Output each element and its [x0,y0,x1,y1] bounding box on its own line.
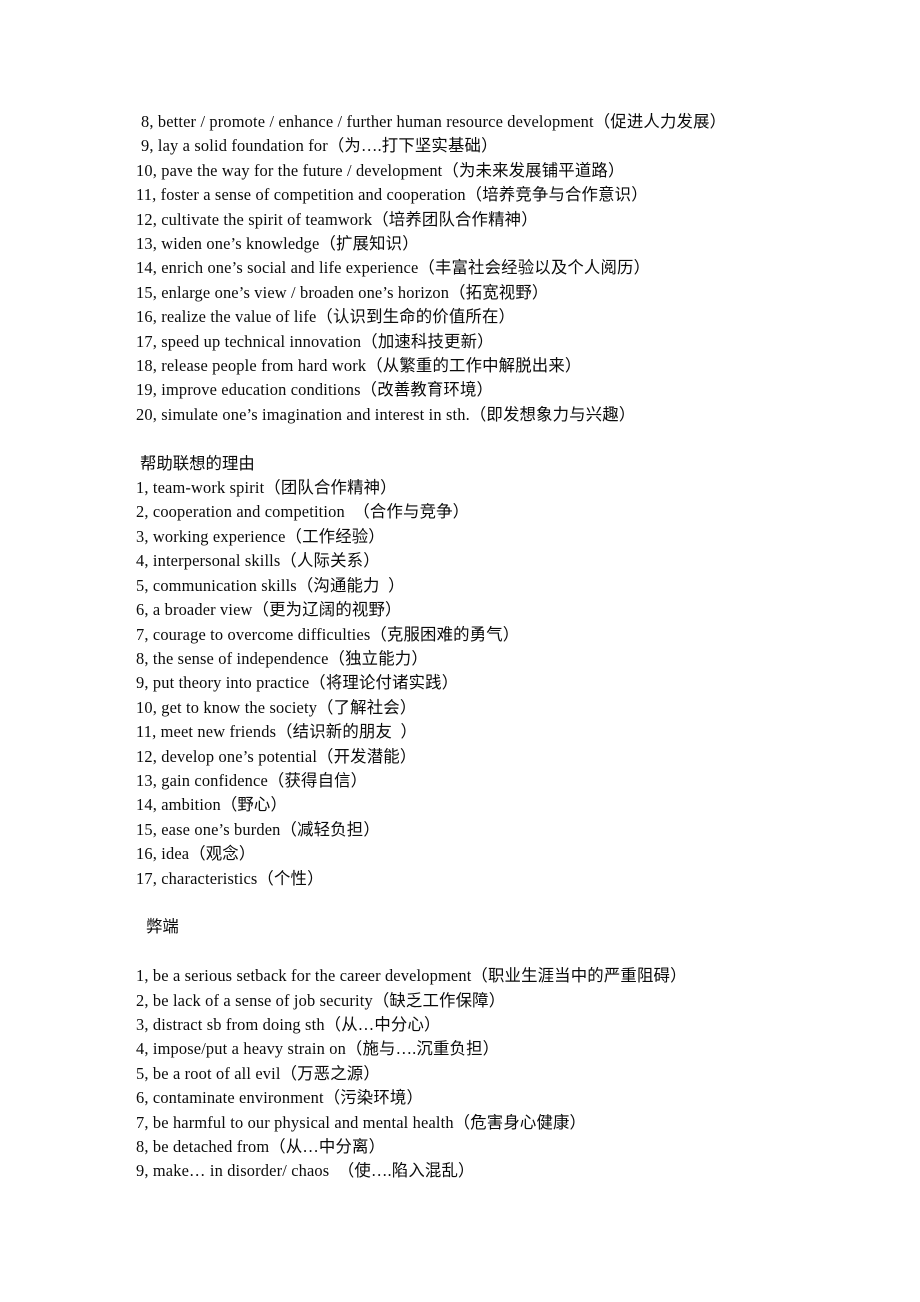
list-item: 1, team-work spirit（团队合作精神） [136,478,397,498]
section-heading: 帮助联想的理由 [140,453,255,473]
list-item: 4, interpersonal skills（人际关系） [136,551,380,571]
list-item: 2, be lack of a sense of job security（缺乏… [136,990,506,1010]
list-item: 15, ease one’s burden（减轻负担） [136,819,380,839]
list-item: 14, enrich one’s social and life experie… [136,258,651,278]
list-item: 16, idea（观念） [136,844,256,864]
list-item: 11, meet new friends（结识新的朋友 ） [136,722,418,742]
list-item: 20, simulate one’s imagination and inter… [136,404,636,424]
list-item: 9, lay a solid foundation for（为….打下坚实基础） [141,136,498,156]
list-item: 8, be detached from（从…中分离） [136,1137,386,1157]
list-item: 15, enlarge one’s view / broaden one’s h… [136,282,549,302]
list-item: 1, be a serious setback for the career d… [136,966,687,986]
list-item: 16, realize the value of life（认识到生命的价值所在… [136,307,516,327]
section-heading: 弊端 [146,917,179,937]
list-item: 10, get to know the society（了解社会） [136,697,417,717]
list-item: 7, courage to overcome difficulties（克服困难… [136,624,520,644]
list-item: 4, impose/put a heavy strain on（施与….沉重负担… [136,1039,500,1059]
list-item: 6, contaminate environment（污染环境） [136,1088,424,1108]
list-item: 11, foster a sense of competition and co… [136,185,648,205]
list-item: 9, make… in disorder/ chaos （使….陷入混乱） [136,1161,475,1181]
list-item: 2, cooperation and competition （合作与竞争） [136,502,470,522]
list-item: 5, communication skills（沟通能力 ） [136,575,405,595]
list-item: 9, put theory into practice（将理论付诸实践） [136,673,459,693]
document-body: 8, better / promote / enhance / further … [136,110,876,1184]
list-item: 6, a broader view（更为辽阔的视野） [136,600,402,620]
list-item: 8, better / promote / enhance / further … [141,112,727,131]
list-item: 13, gain confidence（获得自信） [136,770,368,790]
list-item: 12, develop one’s potential（开发潜能） [136,746,417,766]
list-item: 5, be a root of all evil（万恶之源） [136,1063,380,1083]
list-item: 12, cultivate the spirit of teamwork（培养团… [136,209,538,229]
document-page: 8, better / promote / enhance / further … [0,0,920,1302]
list-item: 14, ambition（野心） [136,795,288,815]
list-item: 17, characteristics（个性） [136,868,324,888]
list-item: 13, widen one’s knowledge（扩展知识） [136,234,419,254]
list-item: 19, improve education conditions（改善教育环境） [136,380,494,400]
list-item: 10, pave the way for the future / develo… [136,160,625,180]
list-item: 3, distract sb from doing sth（从…中分心） [136,1014,441,1034]
section-drawbacks: 弊端 1, be a serious setback for the caree… [136,915,876,1183]
section-helpful-associations: 帮助联想的理由 1, team-work spirit（团队合作精神） 2, c… [136,452,876,891]
heading-spacer [136,940,876,964]
section-benefits-continued: 8, better / promote / enhance / further … [136,110,876,427]
list-item: 17, speed up technical innovation（加速科技更新… [136,331,494,351]
list-item: 3, working experience（工作经验） [136,526,385,546]
list-item: 8, the sense of independence（独立能力） [136,648,428,668]
list-item: 18, release people from hard work（从繁重的工作… [136,356,582,376]
list-item: 7, be harmful to our physical and mental… [136,1112,587,1132]
